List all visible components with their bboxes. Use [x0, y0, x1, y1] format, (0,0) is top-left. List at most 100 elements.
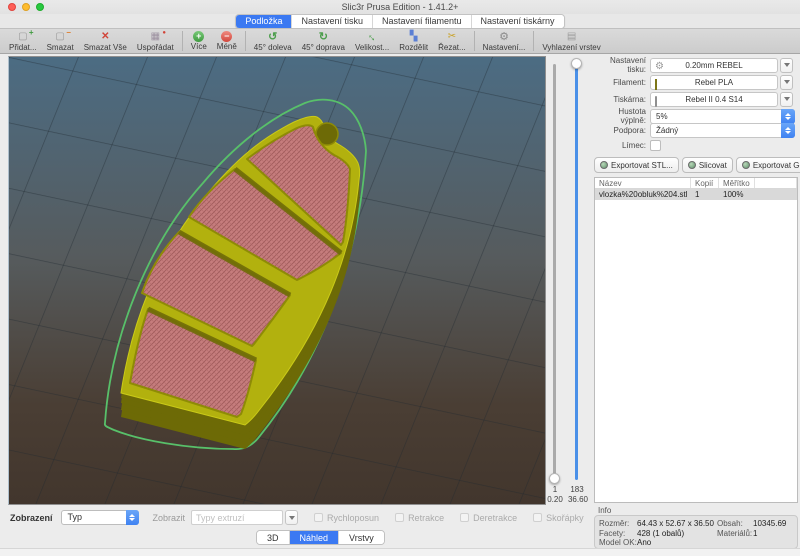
split-button[interactable]: ▚ Rozdělit [394, 29, 433, 53]
export-stl-button[interactable]: Exportovat STL... [594, 157, 679, 173]
view-preview-button[interactable]: Náhled [290, 531, 340, 544]
filament-label: Filament: [592, 78, 650, 87]
chevron-down-icon [129, 518, 135, 521]
support-select[interactable]: Žádný [650, 123, 795, 138]
cut-icon: ✂ [448, 31, 456, 43]
print-settings-dropdown-button[interactable] [780, 58, 793, 73]
export-gcode-button[interactable]: Exportovat G-kód... [736, 157, 800, 173]
delete-all-icon: ✕ [101, 31, 109, 43]
col-scale[interactable]: Měřítko [719, 178, 755, 188]
row-scale: 100% [719, 189, 755, 200]
layer-slider-zone: 1 183 0.20 36.60 1 Vrstva [546, 56, 592, 556]
tab-printer-settings[interactable]: Nastavení tiskárny [472, 15, 564, 28]
view-3d-button[interactable]: 3D [257, 531, 290, 544]
toolbar-separator [474, 31, 475, 51]
delete-object-icon: ▢− [55, 31, 64, 43]
preview-3d-scene [9, 57, 545, 504]
object-settings-button[interactable]: ⚙ Nastavení... [478, 29, 531, 53]
cut-button[interactable]: ✂ Řezat... [433, 29, 471, 53]
more-copies-button[interactable]: + Více [186, 29, 212, 53]
toolbar-separator [245, 31, 246, 51]
view-mode-select[interactable]: Typ [61, 510, 139, 525]
support-stepper[interactable] [781, 123, 795, 138]
travel-toggle[interactable]: Rychloposun [314, 513, 379, 523]
filament-dropdown-button[interactable] [780, 75, 793, 90]
layer-slider-bottom-track[interactable] [553, 64, 556, 480]
row-name: vlozka%20obluk%204.stl [595, 189, 691, 200]
view-layers-button[interactable]: Vrstvy [339, 531, 384, 544]
layer-slider-bottom-handle[interactable] [549, 473, 560, 484]
split-icon: ▚ [410, 31, 418, 43]
volume-value: 10345.69 [753, 519, 793, 529]
shells-toggle[interactable]: Skořápky [533, 513, 584, 523]
model-ok-label: Model OK: [599, 538, 637, 548]
retractions-toggle[interactable]: Retrakce [395, 513, 444, 523]
rotate-right-button[interactable]: ↻ 45° doprava [297, 29, 350, 53]
retractions-checkbox[interactable] [395, 513, 404, 522]
delete-button[interactable]: ▢− Smazat [42, 29, 79, 53]
brim-label: Límec: [592, 141, 650, 150]
printer-dropdown-button[interactable] [780, 92, 793, 107]
unretractions-checkbox[interactable] [460, 513, 469, 522]
support-row: Podpora: Žádný [592, 122, 798, 138]
materials-label: Materiálů: [717, 529, 753, 539]
settings-panel: Nastavení tisku: ⚙ 0.20mm REBEL Filament… [592, 56, 800, 550]
preview-options-bar: Zobrazení Typ Zobrazit Rychloposun Retra… [0, 505, 592, 530]
print-settings-value: 0.20mm REBEL [685, 61, 742, 70]
printer-icon [655, 95, 657, 108]
arrange-button[interactable]: ▦● Uspořádat [132, 29, 179, 53]
tab-filament-settings[interactable]: Nastavení filamentu [373, 15, 472, 28]
tab-plater[interactable]: Podložka [236, 15, 292, 28]
filament-combo[interactable]: Rebel PLA [650, 75, 778, 90]
col-name[interactable]: Název [595, 178, 691, 188]
filament-value: Rebel PLA [695, 78, 733, 87]
layer-smoothing-button[interactable]: ▤ Vyhlazení vrstev [537, 29, 605, 53]
chevron-down-icon [289, 516, 295, 520]
view-mode-value: Typ [68, 512, 83, 522]
layer-slider-top-handle[interactable] [571, 58, 582, 69]
row-copies: 1 [691, 189, 719, 200]
travel-checkbox[interactable] [314, 513, 323, 522]
print-settings-combo[interactable]: ⚙ 0.20mm REBEL [650, 58, 778, 73]
size-label: Rozměr: [599, 519, 637, 529]
printer-label: Tiskárna: [592, 95, 650, 104]
view-mode-label: Zobrazení [10, 513, 53, 523]
extrusion-types-dropdown-button[interactable] [285, 510, 298, 525]
chevron-up-icon [785, 113, 791, 116]
col-copies[interactable]: Kopií [691, 178, 719, 188]
delete-all-button[interactable]: ✕ Smazat Vše [79, 29, 132, 53]
tab-print-settings[interactable]: Nastavení tisku [292, 15, 373, 28]
table-row[interactable]: vlozka%20obluk%204.stl 1 100% [595, 189, 797, 200]
view-mode-stepper[interactable] [126, 510, 139, 525]
print-settings-label: Nastavení tisku: [592, 56, 650, 74]
layer-smoothing-icon: ▤ [567, 31, 576, 43]
layer-top-height: 36.60 [564, 495, 592, 504]
chevron-up-icon [129, 514, 135, 517]
filament-row: Filament: Rebel PLA [592, 74, 798, 90]
remove-copies-icon: − [221, 31, 232, 42]
fewer-copies-button[interactable]: − Méně [212, 29, 242, 53]
unretractions-toggle[interactable]: Deretrakce [460, 513, 517, 523]
layer-slider-top-track[interactable] [575, 64, 578, 480]
view-mode-segmented-control: 3D Náhled Vrstvy [256, 530, 385, 545]
shells-checkbox[interactable] [533, 513, 542, 522]
brim-row: Límec: [592, 137, 798, 153]
materials-value: 1 [753, 529, 793, 539]
rotate-left-icon: ↺ [268, 31, 277, 43]
slice-button[interactable]: Slicovat [682, 157, 733, 173]
preview-3d-canvas[interactable] [8, 56, 546, 505]
support-value: Žádný [656, 126, 678, 135]
tabs-row: Podložka Nastavení tisku Nastavení filam… [0, 14, 800, 28]
layer-bottom-number: 1 [548, 485, 562, 494]
extrusion-types-input[interactable] [191, 510, 283, 525]
print-settings-row: Nastavení tisku: ⚙ 0.20mm REBEL [592, 57, 798, 73]
export-buttons-row: Exportovat STL... Slicovat Exportovat G-… [594, 157, 800, 173]
scale-button[interactable]: ↔ Velikost... [350, 29, 394, 53]
brim-checkbox[interactable] [650, 140, 661, 151]
export-gcode-icon [742, 161, 750, 169]
rotate-left-button[interactable]: ↺ 45° doleva [249, 29, 297, 53]
printer-combo[interactable]: Rebel II 0.4 S14 [650, 92, 778, 107]
slice-icon [688, 161, 696, 169]
model-ok-value: Ano [637, 538, 651, 548]
add-button[interactable]: ▢+ Přidat... [4, 29, 42, 53]
